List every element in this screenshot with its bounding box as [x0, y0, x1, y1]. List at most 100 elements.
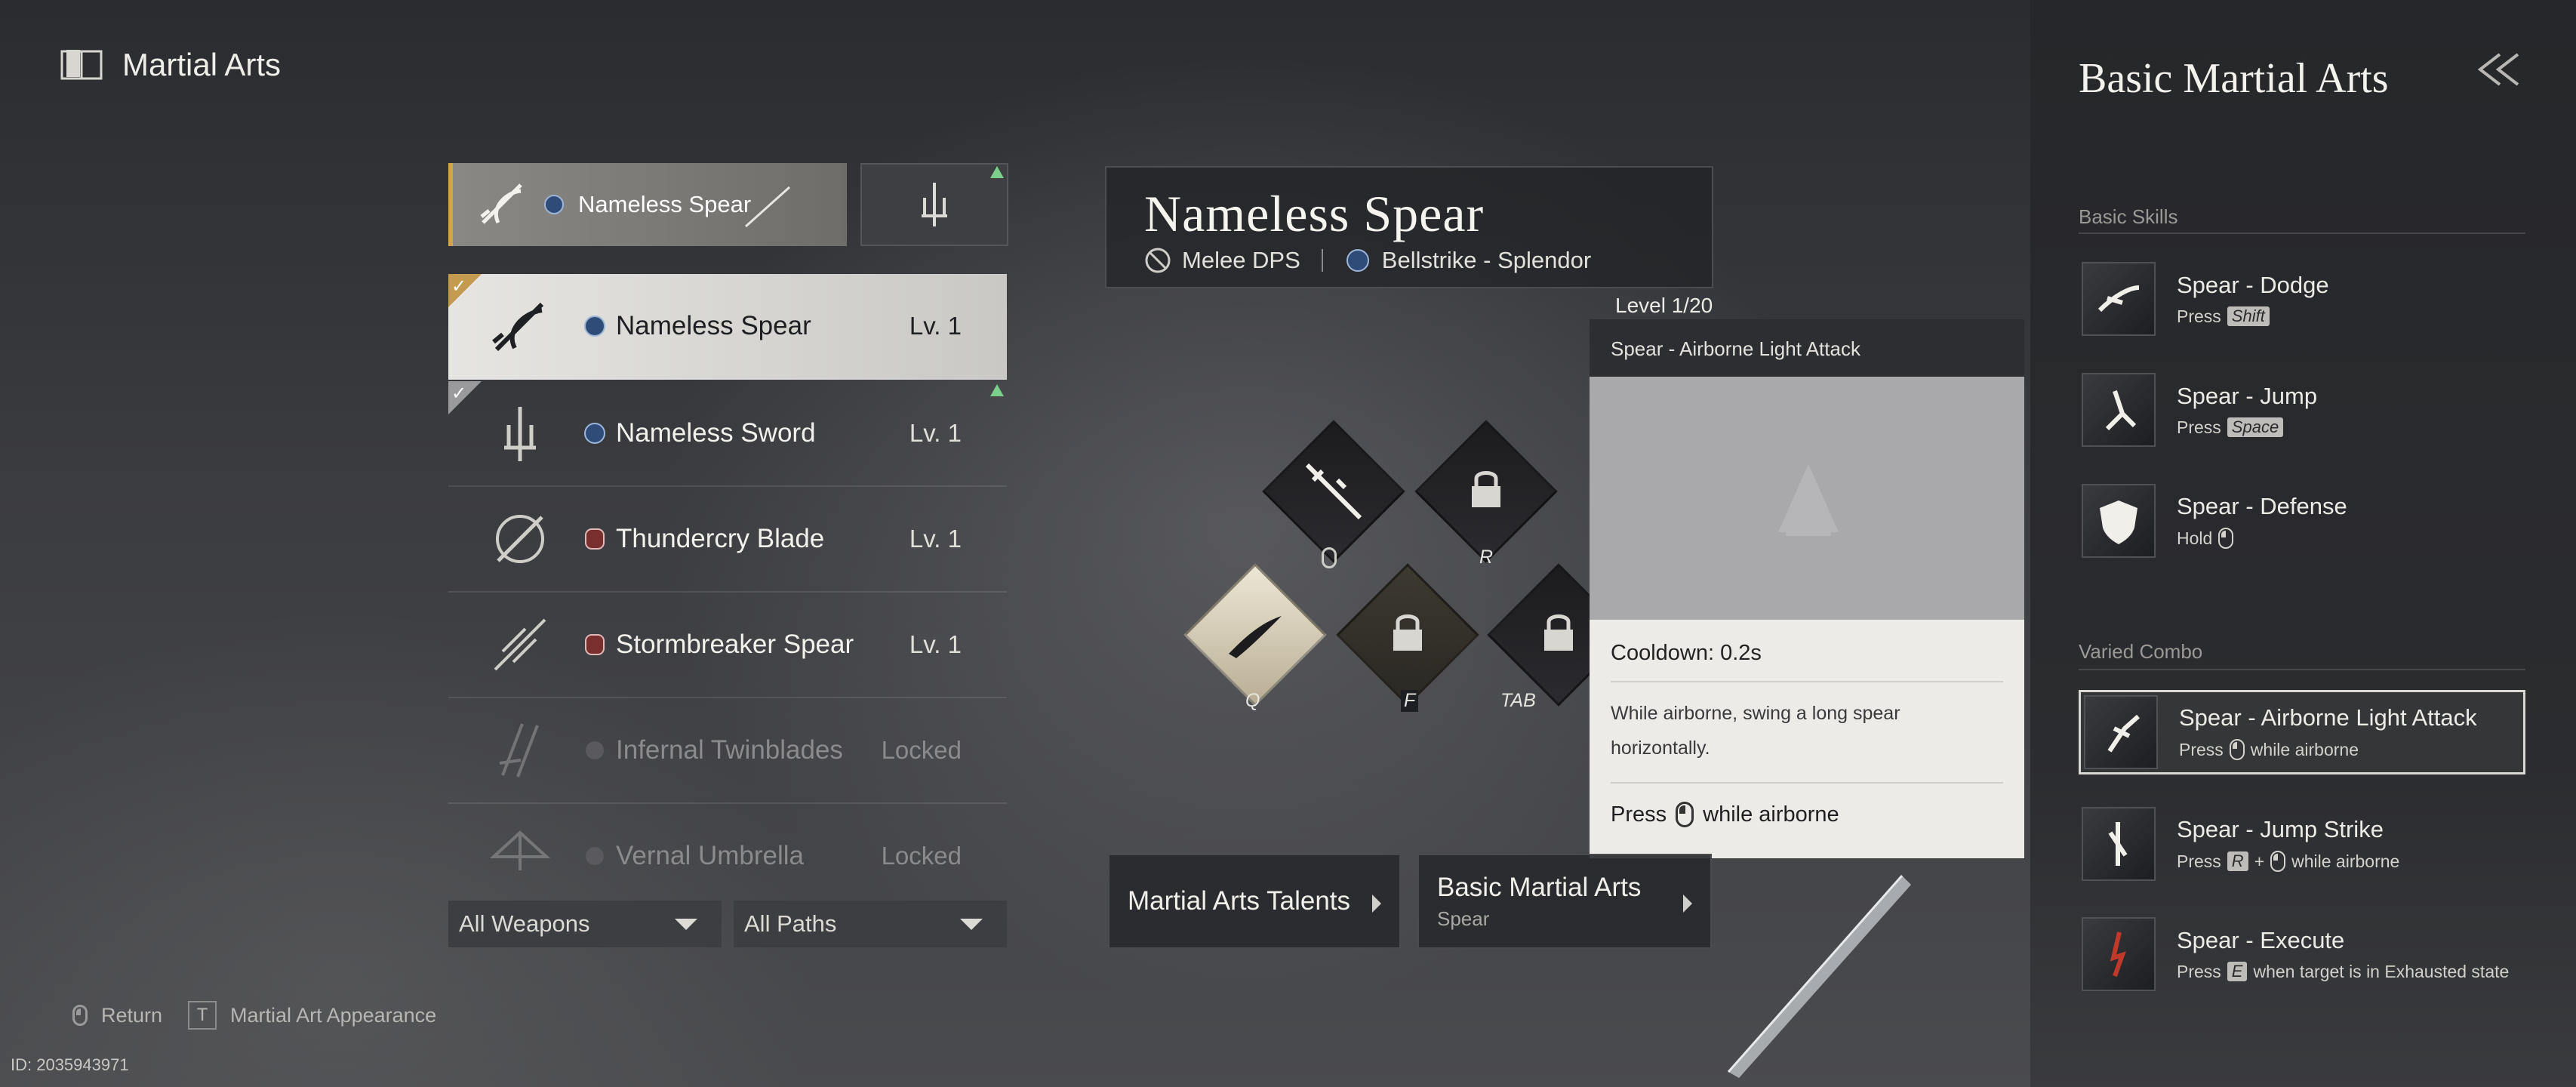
- chevron-down-icon: [675, 918, 697, 930]
- lock-icon: [1544, 614, 1573, 651]
- jump-icon: [2082, 373, 2156, 447]
- weapon-detail-meta: Melee DPS Bellstrike - Splendor: [1144, 247, 1712, 274]
- path-emblem-icon: [544, 195, 564, 214]
- hint-suffix: when target is in Exhausted state: [2253, 961, 2510, 981]
- weapon-level: Lv. 1: [909, 419, 962, 447]
- hint-suffix: while airborne: [2291, 851, 2400, 871]
- talents-label: Martial Arts Talents: [1128, 886, 1351, 916]
- skill-slot-f[interactable]: [1336, 563, 1479, 707]
- path-emblem-icon: [586, 847, 604, 865]
- chevron-right-icon: [1372, 895, 1381, 913]
- martial-arts-talents-button[interactable]: Martial Arts Talents: [1108, 854, 1401, 949]
- path-emblem-icon: [584, 316, 605, 337]
- mouse-icon: [72, 1005, 88, 1026]
- basic-martial-arts-button[interactable]: Basic Martial Arts Spear: [1417, 854, 1712, 949]
- basic-skills-header: Basic Skills: [2079, 205, 2178, 228]
- skill-name: Spear - Dodge: [2177, 271, 2329, 298]
- skill-name: Spear - Jump Strike: [2177, 816, 2384, 842]
- umbrella-icon: [489, 830, 551, 870]
- mouse-icon: [1676, 802, 1694, 827]
- skill-entry-dodge[interactable]: Spear - Dodge Press Shift: [2079, 257, 2525, 341]
- space-key: Space: [2227, 417, 2284, 437]
- weapon-filter-dropdown[interactable]: All Weapons: [448, 901, 722, 947]
- basic-label: Basic Martial Arts: [1437, 872, 1642, 902]
- skill-slot-q[interactable]: [1183, 563, 1327, 707]
- return-hint[interactable]: Return: [72, 1004, 162, 1027]
- skill-name: Spear - Airborne Light Attack: [2179, 704, 2477, 731]
- weapon-level: Lv. 1: [909, 312, 962, 340]
- skill-entry-defense[interactable]: Spear - Defense Hold: [2079, 479, 2525, 563]
- tooltip-input: Press while airborne: [1611, 784, 2003, 827]
- skill-slot-lmb[interactable]: [1262, 420, 1405, 563]
- skill-tooltip: Spear - Airborne Light Attack Cooldown: …: [1590, 319, 2024, 858]
- hint-verb: Press: [2177, 417, 2221, 437]
- r-key: R: [2227, 851, 2248, 871]
- weapon-row-stormbreaker-spear[interactable]: Stormbreaker Spear Lv. 1: [448, 593, 1007, 698]
- skill-entry-airborne-light-attack[interactable]: Spear - Airborne Light Attack Press whil…: [2079, 690, 2525, 774]
- weapon-detail-title: Nameless Spear: [1144, 185, 1485, 242]
- back-arrows-icon[interactable]: [2470, 51, 2528, 88]
- appearance-label: Martial Art Appearance: [230, 1003, 437, 1027]
- path-filter-dropdown[interactable]: All Paths: [734, 901, 1007, 947]
- mouse-icon: [2229, 739, 2245, 760]
- spear-thrust-icon: [1305, 463, 1362, 520]
- weapon-level: Lv. 1: [909, 525, 962, 553]
- skill-entry-execute[interactable]: Spear - Execute Press E when target is i…: [2079, 912, 2525, 996]
- tab-key-label: TAB: [1500, 690, 1536, 711]
- hint-verb: Press: [2177, 851, 2221, 871]
- weapon-name: Vernal Umbrella: [616, 841, 804, 870]
- mouse-icon: [2218, 528, 2234, 549]
- secondary-weapon-slot[interactable]: [860, 163, 1008, 246]
- shift-key: Shift: [2227, 306, 2270, 326]
- equipped-marker: ✓: [448, 274, 482, 307]
- skill-name: Spear - Defense: [2177, 493, 2347, 519]
- skill-hint: Press Space: [2177, 417, 2317, 438]
- weapon-name: Stormbreaker Spear: [616, 630, 854, 659]
- press-suffix: while airborne: [1703, 802, 1839, 827]
- weapon-role: Melee DPS: [1182, 247, 1300, 273]
- dodge-icon: [2082, 262, 2156, 336]
- plus-sign: +: [2254, 851, 2265, 871]
- lock-icon: [1393, 614, 1422, 651]
- upgrade-indicator: [990, 166, 1004, 178]
- current-weapon-slot[interactable]: Nameless Spear: [448, 163, 847, 246]
- weapon-name: Thundercry Blade: [616, 524, 825, 553]
- blade-icon: [496, 515, 544, 563]
- basic-sub-label: Spear: [1437, 907, 1490, 930]
- skill-slot-r[interactable]: [1414, 420, 1558, 563]
- weapon-row-vernal-umbrella[interactable]: Vernal Umbrella Locked: [448, 804, 1007, 870]
- mouse-icon: [1322, 547, 1337, 568]
- weapon-row-infernal-twinblades[interactable]: Infernal Twinblades Locked: [448, 698, 1007, 804]
- current-weapon-name: Nameless Spear: [578, 191, 752, 217]
- appearance-hint[interactable]: T Martial Art Appearance: [188, 1001, 436, 1030]
- spear-icon: [492, 302, 544, 352]
- t-key-icon: T: [188, 1001, 217, 1030]
- skill-name: Spear - Execute: [2177, 926, 2345, 953]
- path-emblem-icon: [585, 634, 605, 655]
- hint-verb: Press: [2177, 961, 2221, 981]
- skill-hint: Press Shift: [2177, 306, 2329, 327]
- press-label: Press: [1611, 802, 1667, 827]
- lock-icon: [1472, 471, 1500, 507]
- mouse-icon: [2270, 851, 2286, 872]
- f-key-label: F: [1401, 690, 1419, 712]
- weapon-row-nameless-spear[interactable]: ✓ Nameless Spear Lv. 1: [448, 274, 1007, 380]
- skill-entry-jump-strike[interactable]: Spear - Jump Strike Press R + while airb…: [2079, 802, 2525, 886]
- sword-icon: [504, 407, 536, 461]
- control-hints: Return T Martial Art Appearance: [72, 1001, 436, 1030]
- weapon-row-thundercry-blade[interactable]: Thundercry Blade Lv. 1: [448, 487, 1007, 593]
- skill-entry-jump[interactable]: Spear - Jump Press Space: [2079, 368, 2525, 452]
- weapon-row-nameless-sword[interactable]: ✓ Nameless Sword Lv. 1: [448, 381, 1007, 487]
- skill-hint: Hold: [2177, 528, 2347, 549]
- divider: [1321, 249, 1323, 272]
- player-id: ID: 2035943971: [11, 1055, 129, 1074]
- tooltip-title: Spear - Airborne Light Attack: [1590, 319, 2024, 377]
- varied-combo-header: Varied Combo: [2079, 640, 2203, 663]
- skill-preview: [1590, 377, 2024, 620]
- role-icon: [1145, 248, 1171, 273]
- book-icon: [60, 50, 103, 80]
- spear-slash-icon: [744, 186, 791, 228]
- path-filter-value: All Paths: [744, 910, 837, 937]
- weapon-filter-value: All Weapons: [459, 910, 590, 937]
- e-key: E: [2227, 962, 2248, 981]
